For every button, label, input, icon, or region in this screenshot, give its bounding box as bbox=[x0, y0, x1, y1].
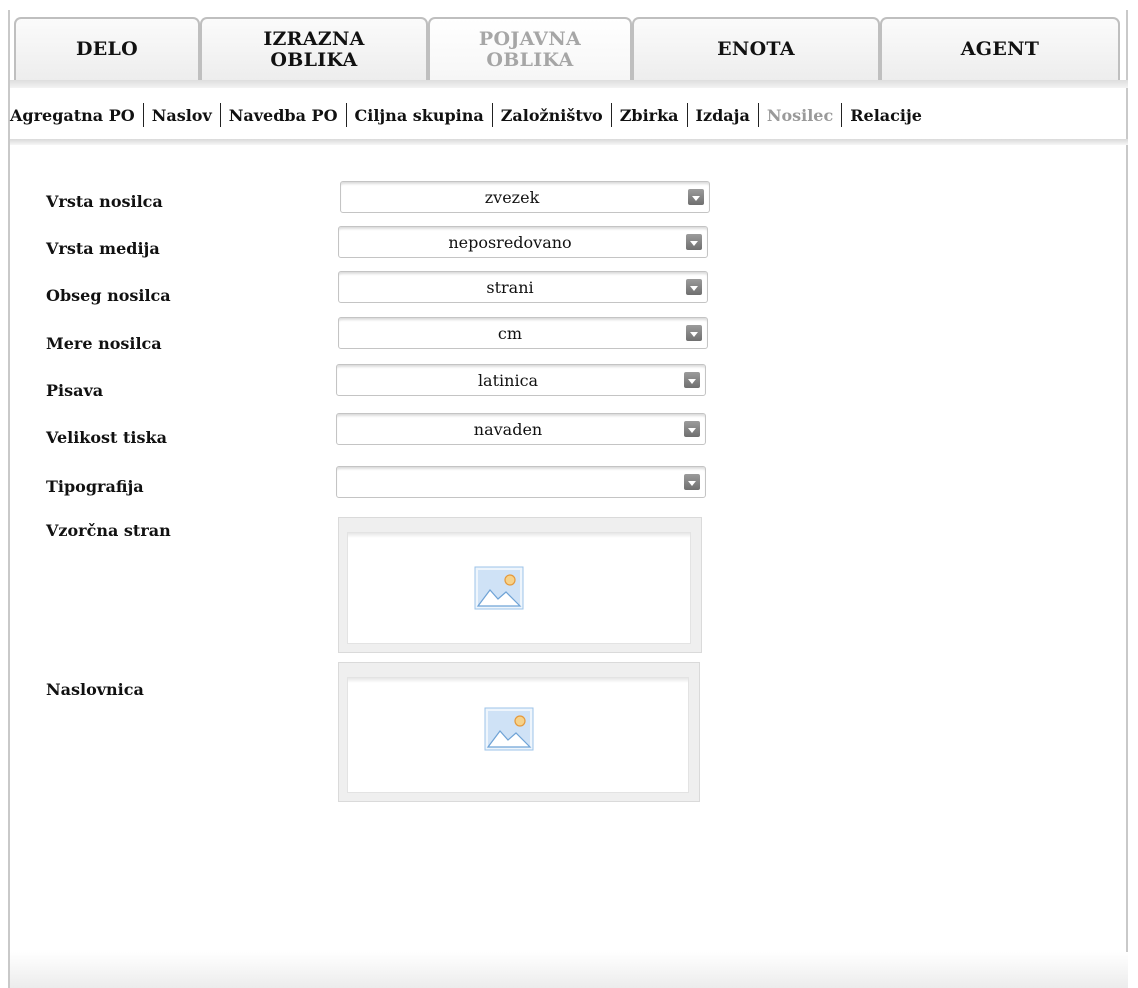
subnav-naslov[interactable]: Naslov bbox=[144, 106, 220, 125]
select-value: navaden bbox=[473, 419, 543, 439]
tab-enota[interactable]: ENOTA bbox=[632, 17, 880, 80]
subnav-zbirka[interactable]: Zbirka bbox=[612, 106, 687, 125]
subnav-agregatna-po[interactable]: Agregatna PO bbox=[10, 106, 143, 125]
select-obseg-nosilca[interactable]: strani bbox=[338, 271, 708, 303]
select-value: neposredovano bbox=[448, 232, 572, 252]
subnav-divider bbox=[10, 139, 1128, 145]
select-tipografija[interactable] bbox=[336, 466, 706, 498]
dropdown-arrow-icon[interactable] bbox=[686, 234, 702, 250]
dropdown-arrow-icon[interactable] bbox=[686, 279, 702, 295]
tab-izrazna-oblika[interactable]: IZRAZNA OBLIKA bbox=[200, 17, 428, 80]
select-mere-nosilca[interactable]: cm bbox=[338, 317, 708, 349]
tab-label: DELO bbox=[75, 38, 139, 60]
dropdown-arrow-icon[interactable] bbox=[686, 325, 702, 341]
label-obseg-nosilca: Obseg nosilca bbox=[46, 286, 171, 305]
tab-label: AGENT bbox=[960, 38, 1040, 60]
label-tipografija: Tipografija bbox=[46, 477, 144, 496]
tab-pojavna-oblika[interactable]: POJAVNA OBLIKA bbox=[428, 17, 632, 80]
label-vrsta-medija: Vrsta medija bbox=[46, 239, 160, 258]
label-pisava: Pisava bbox=[46, 381, 104, 400]
image-box-vzorcna-stran[interactable] bbox=[338, 517, 702, 653]
subnav-navedba-po[interactable]: Navedba PO bbox=[221, 106, 346, 125]
tab-agent[interactable]: AGENT bbox=[880, 17, 1120, 80]
select-value: latinica bbox=[477, 370, 539, 390]
subnav-izdaja[interactable]: Izdaja bbox=[688, 106, 758, 125]
select-vrsta-medija[interactable]: neposredovano bbox=[338, 226, 708, 258]
select-pisava[interactable]: latinica bbox=[336, 364, 706, 396]
label-naslovnica: Naslovnica bbox=[46, 680, 144, 699]
label-vzorcna-stran: Vzorčna stran bbox=[46, 521, 171, 540]
tab-bar-divider bbox=[10, 80, 1128, 88]
tab-label: POJAVNA OBLIKA bbox=[478, 27, 582, 71]
sub-navigation: Agregatna PO Naslov Navedba PO Ciljna sk… bbox=[10, 97, 930, 133]
subnav-zaloznistvo[interactable]: Založništvo bbox=[493, 106, 611, 125]
select-vrsta-nosilca[interactable]: zvezek bbox=[340, 181, 710, 213]
subnav-relacije[interactable]: Relacije bbox=[842, 106, 930, 125]
subnav-nosilec[interactable]: Nosilec bbox=[759, 106, 841, 125]
label-vrsta-nosilca: Vrsta nosilca bbox=[46, 192, 163, 211]
image-placeholder-icon[interactable] bbox=[484, 707, 534, 751]
dropdown-arrow-icon[interactable] bbox=[684, 372, 700, 388]
image-box-naslovnica[interactable] bbox=[338, 662, 700, 802]
label-mere-nosilca: Mere nosilca bbox=[46, 334, 162, 353]
select-value: cm bbox=[497, 323, 523, 343]
app-frame bbox=[8, 10, 1128, 988]
select-velikost-tiska[interactable]: navaden bbox=[336, 413, 706, 445]
subnav-ciljna-skupina[interactable]: Ciljna skupina bbox=[347, 106, 492, 125]
dropdown-arrow-icon[interactable] bbox=[688, 189, 704, 205]
select-value: zvezek bbox=[484, 187, 540, 207]
tab-label: IZRAZNA OBLIKA bbox=[263, 27, 365, 71]
select-value: strani bbox=[486, 277, 534, 297]
label-velikost-tiska: Velikost tiska bbox=[46, 428, 167, 447]
dropdown-arrow-icon[interactable] bbox=[684, 474, 700, 490]
image-placeholder-icon[interactable] bbox=[474, 566, 524, 610]
bottom-bar bbox=[10, 952, 1128, 988]
tab-label: ENOTA bbox=[717, 38, 795, 60]
tab-delo[interactable]: DELO bbox=[14, 17, 200, 80]
dropdown-arrow-icon[interactable] bbox=[684, 421, 700, 437]
